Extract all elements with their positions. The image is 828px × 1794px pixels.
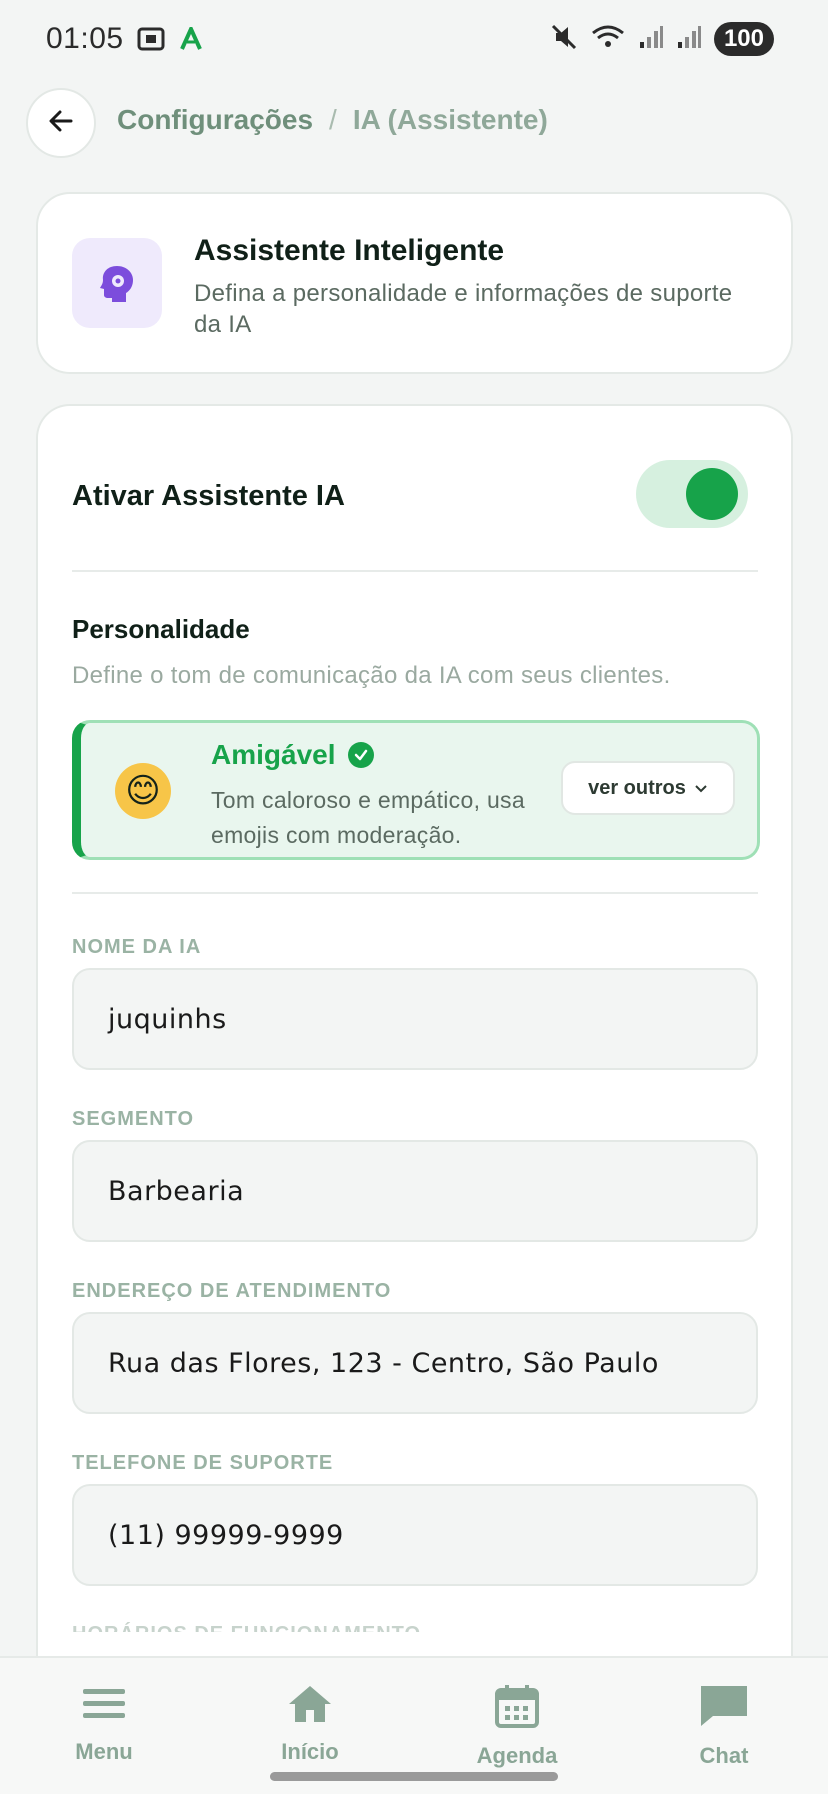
- status-time: 01:05: [46, 22, 124, 55]
- breadcrumb-separator: /: [329, 104, 337, 135]
- screenshot-icon: [136, 24, 166, 59]
- address-input[interactable]: Rua das Flores, 123 - Centro, São Paulo: [72, 1312, 758, 1414]
- nav-chat-label: Chat: [699, 1743, 749, 1768]
- signal-2-icon: [676, 24, 702, 55]
- phone-label: TELEFONE DE SUPORTE: [72, 1452, 334, 1474]
- status-left-icons: [136, 24, 202, 59]
- app-logo-icon: [180, 24, 202, 56]
- nav-inicio[interactable]: Início: [240, 1684, 380, 1765]
- info-title: Assistente Inteligente: [194, 234, 505, 267]
- menu-icon: [81, 1684, 127, 1729]
- divider: [72, 892, 758, 894]
- home-icon: [287, 1684, 333, 1729]
- activate-assistant-toggle[interactable]: [636, 460, 748, 528]
- toggle-knob: [686, 468, 738, 520]
- ai-name-input[interactable]: juquinhs: [72, 968, 758, 1070]
- personality-description: Define o tom de comunicação da IA com se…: [72, 662, 671, 689]
- breadcrumb-parent[interactable]: Configurações: [117, 104, 313, 136]
- chevron-down-icon: [694, 777, 708, 800]
- calendar-icon: [494, 1684, 540, 1733]
- info-description: Defina a personalidade e informações de …: [194, 280, 733, 338]
- personality-name: Amigável: [211, 739, 336, 770]
- settings-card: Ativar Assistente IA Personalidade Defin…: [36, 404, 793, 1794]
- nav-agenda-label: Agenda: [476, 1743, 558, 1768]
- nav-inicio-label: Início: [281, 1739, 339, 1764]
- check-circle-icon: [347, 742, 374, 768]
- ai-name-label: NOME DA IA: [72, 936, 202, 958]
- back-button[interactable]: [26, 88, 96, 158]
- status-right-icons: 100: [550, 22, 774, 56]
- home-indicator: [270, 1772, 558, 1781]
- signal-icon: [638, 24, 664, 55]
- status-bar: 01:05 100: [0, 0, 828, 82]
- personality-description-text: Tom caloroso e empático, usa emojis com …: [211, 787, 525, 848]
- nav-agenda[interactable]: Agenda: [447, 1684, 587, 1769]
- hours-label: HORÁRIOS DE FUNCIONAMENTO: [72, 1618, 421, 1632]
- nav-chat[interactable]: Chat: [654, 1684, 794, 1769]
- toggle-label: Ativar Assistente IA: [72, 480, 345, 512]
- wifi-icon: [590, 23, 626, 56]
- chat-icon: [699, 1684, 749, 1733]
- brain-gear-icon: [72, 238, 162, 328]
- mute-icon: [550, 23, 578, 56]
- divider: [72, 570, 758, 572]
- see-others-button[interactable]: ver outros: [561, 761, 735, 815]
- battery-indicator: 100: [713, 22, 774, 56]
- segment-label: SEGMENTO: [72, 1108, 195, 1130]
- selected-personality-card[interactable]: 😊 Amigável Tom caloroso e empático, usa …: [72, 720, 760, 860]
- arrow-left-icon: [47, 107, 75, 140]
- nav-menu-label: Menu: [75, 1739, 133, 1764]
- breadcrumb: Configurações / IA (Assistente): [117, 104, 548, 136]
- personality-title: Personalidade: [72, 614, 250, 644]
- see-others-label: ver outros: [588, 776, 686, 799]
- phone-input[interactable]: (11) 99999-9999: [72, 1484, 758, 1586]
- breadcrumb-current: IA (Assistente): [352, 104, 548, 135]
- segment-input[interactable]: Barbearia: [72, 1140, 758, 1242]
- smiley-icon: 😊: [115, 763, 171, 819]
- address-label: ENDEREÇO DE ATENDIMENTO: [72, 1280, 392, 1302]
- nav-menu[interactable]: Menu: [34, 1684, 174, 1765]
- assistant-info-card: Assistente Inteligente Defina a personal…: [36, 192, 793, 374]
- personality-name-row: Amigável: [211, 739, 374, 771]
